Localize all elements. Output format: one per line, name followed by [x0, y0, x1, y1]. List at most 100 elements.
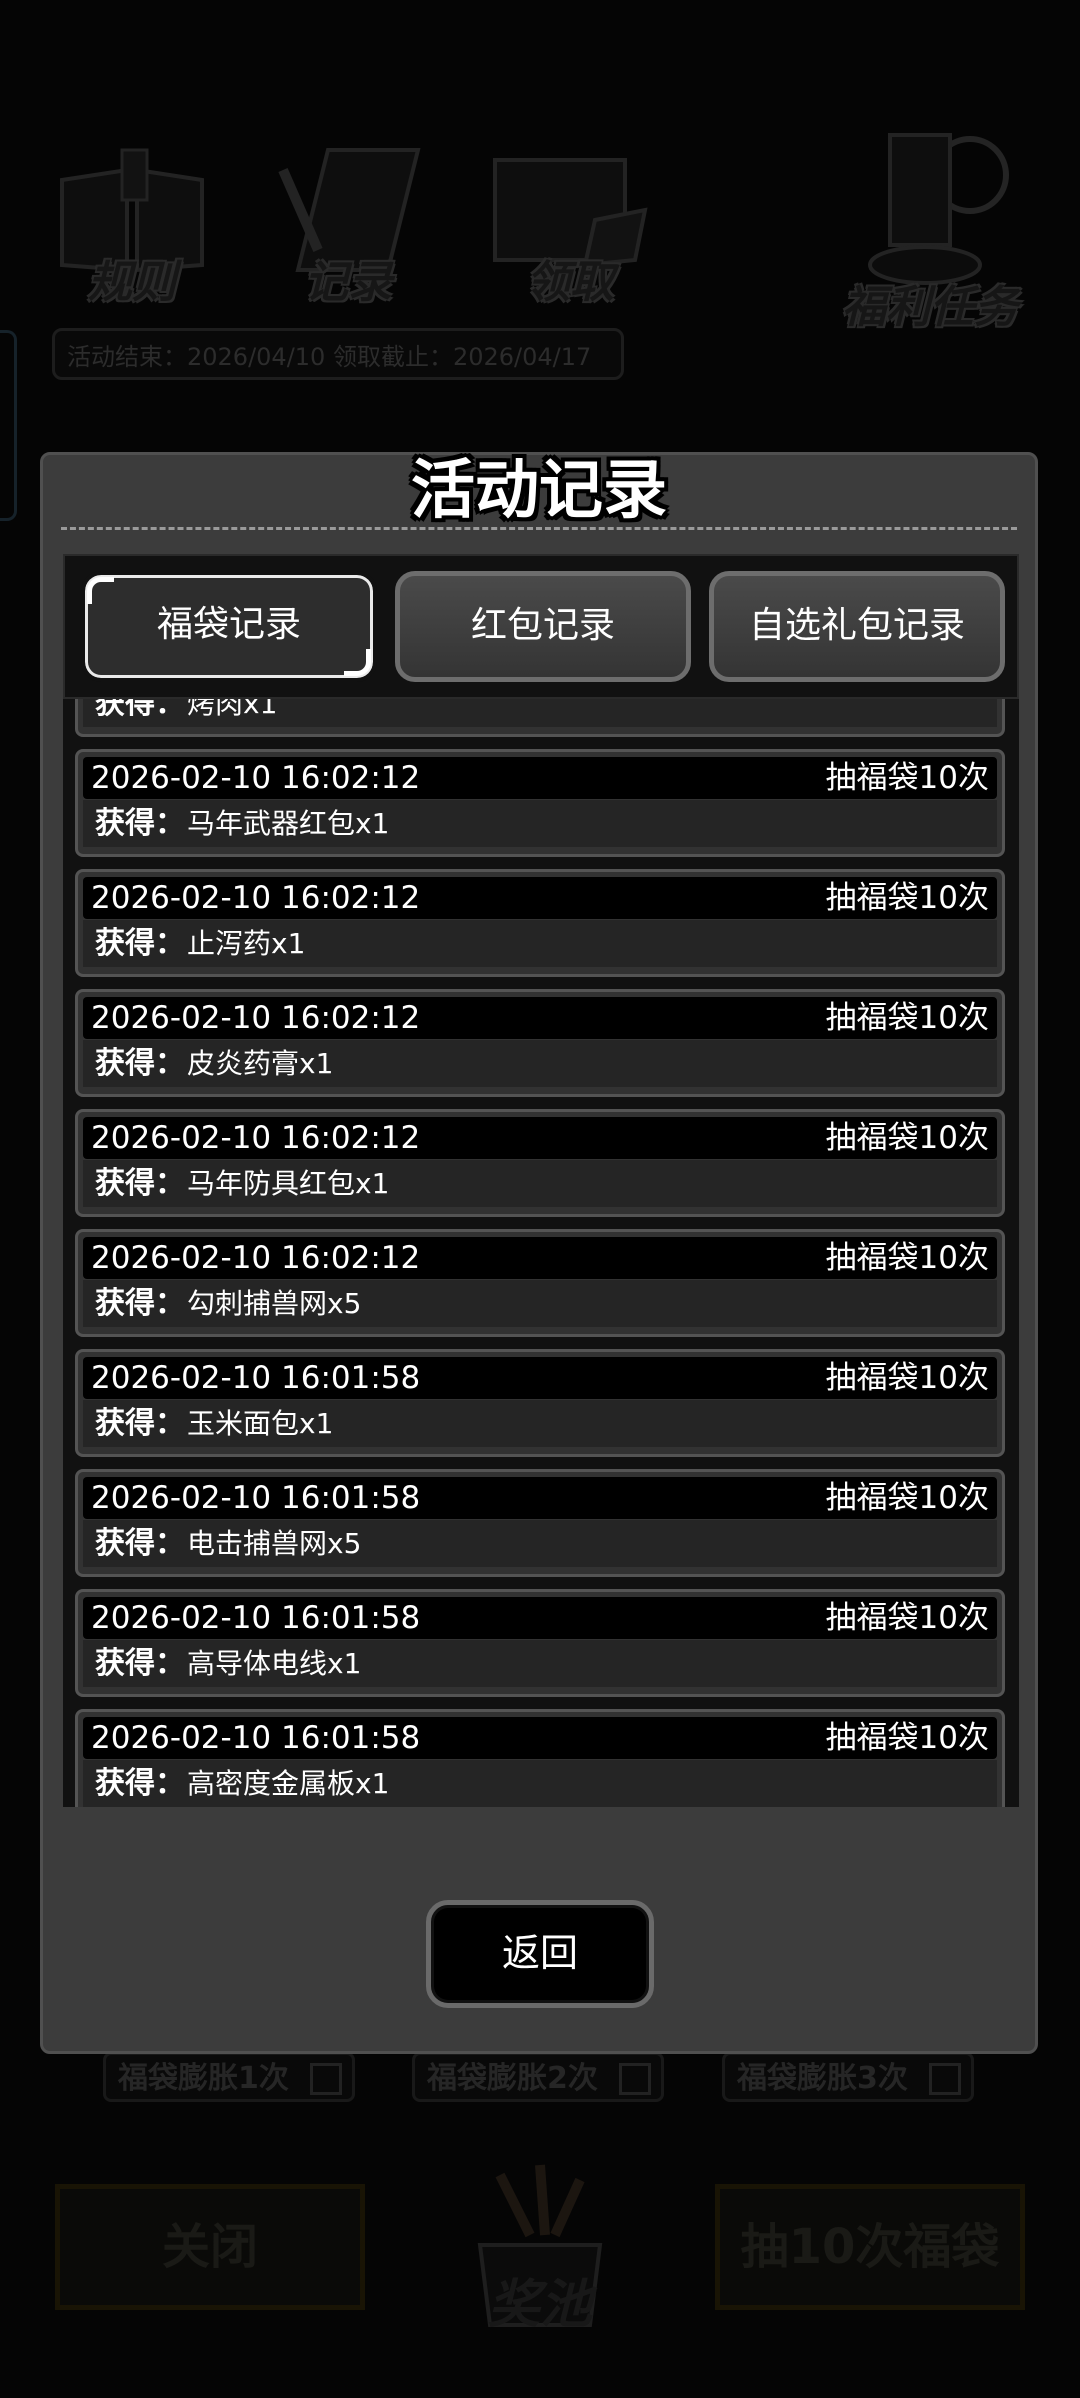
list-item: 2026-02-10 16:01:58 抽福袋10次 获得：玉米面包x1 — [75, 1349, 1005, 1457]
record-header: 2026-02-10 16:02:12 抽福袋10次 — [83, 1117, 997, 1159]
record-body: 获得：烤肉x1 — [83, 699, 997, 727]
draw-10-button-bg: 抽10次福袋 — [715, 2184, 1025, 2310]
record-time: 2026-02-10 16:01:58 — [91, 1360, 421, 1396]
record-type: 抽福袋10次 — [825, 1600, 989, 1636]
record-header: 2026-02-10 16:01:58 抽福袋10次 — [83, 1597, 997, 1639]
record-body: 获得：止泻药x1 — [83, 920, 997, 967]
obtained-label: 获得： — [95, 1406, 185, 1441]
record-item: 高导体电线x1 — [187, 1647, 362, 1680]
record-list[interactable]: 获得：烤肉x1 2026-02-10 16:02:12 抽福袋10次 获得：马年… — [63, 699, 1019, 1807]
tab-optional-gift-records[interactable]: 自选礼包记录 — [709, 571, 1005, 682]
back-button[interactable]: 返回 — [426, 1900, 654, 2008]
jackpot-entry: 奖池 — [440, 2155, 640, 2355]
record-header: 2026-02-10 16:02:12 抽福袋10次 — [83, 757, 997, 799]
list-item: 2026-02-10 16:01:58 抽福袋10次 获得：高密度金属板x1 — [75, 1709, 1005, 1807]
modal-title: 活动记录 — [411, 454, 667, 528]
record-time: 2026-02-10 16:01:58 — [91, 1480, 421, 1516]
welfare-task-icon — [868, 133, 1009, 285]
record-item: 烤肉x1 — [187, 699, 278, 720]
tab-lucky-bag-records[interactable]: 福袋记录 — [81, 571, 377, 682]
claim-label: 领取 — [526, 257, 614, 308]
record-header: 2026-02-10 16:01:58 抽福袋10次 — [83, 1717, 997, 1759]
expand-label: 福袋膨胀3次 — [737, 2061, 908, 2096]
record-header: 2026-02-10 16:02:12 抽福袋10次 — [83, 877, 997, 919]
record-body: 获得：玉米面包x1 — [83, 1400, 997, 1447]
record-body: 获得：马年武器红包x1 — [83, 800, 997, 847]
record-type: 抽福袋10次 — [825, 1000, 989, 1036]
record-header: 2026-02-10 16:01:58 抽福袋10次 — [83, 1357, 997, 1399]
list-item: 2026-02-10 16:01:58 抽福袋10次 获得：电击捕兽网x5 — [75, 1469, 1005, 1577]
record-item: 马年防具红包x1 — [187, 1167, 390, 1200]
list-item: 获得：烤肉x1 — [75, 699, 1005, 737]
expand-button-2: 福袋膨胀2次 — [412, 2052, 664, 2102]
record-item: 高密度金属板x1 — [187, 1767, 390, 1800]
records-label: 记录 — [304, 257, 392, 308]
rules-label: 规则 — [88, 257, 176, 308]
record-header: 2026-02-10 16:01:58 抽福袋10次 — [83, 1477, 997, 1519]
record-time: 2026-02-10 16:02:12 — [91, 1000, 421, 1036]
record-header: 2026-02-10 16:02:12 抽福袋10次 — [83, 1237, 997, 1279]
obtained-label: 获得： — [95, 1286, 185, 1321]
record-type: 抽福袋10次 — [825, 1120, 989, 1156]
record-header: 2026-02-10 16:02:12 抽福袋10次 — [83, 997, 997, 1039]
record-type: 抽福袋10次 — [825, 1360, 989, 1396]
records-entry: 记录 — [268, 140, 428, 310]
record-type: 抽福袋10次 — [825, 760, 989, 796]
list-item: 2026-02-10 16:02:12 抽福袋10次 获得：止泻药x1 — [75, 869, 1005, 977]
tab-red-packet-records[interactable]: 红包记录 — [395, 571, 691, 682]
checkbox-icon — [619, 2063, 651, 2095]
list-item: 2026-02-10 16:02:12 抽福袋10次 获得：皮炎药膏x1 — [75, 989, 1005, 1097]
jackpot-label: 奖池 — [487, 2275, 592, 2335]
rules-entry: 规则 — [52, 140, 212, 310]
obtained-label: 获得： — [95, 1166, 185, 1201]
record-body: 获得：马年防具红包x1 — [83, 1160, 997, 1207]
record-item: 玉米面包x1 — [187, 1407, 334, 1440]
record-type: 抽福袋10次 — [825, 880, 989, 916]
title-divider — [61, 527, 1017, 530]
list-item: 2026-02-10 16:01:58 抽福袋10次 获得：高导体电线x1 — [75, 1589, 1005, 1697]
expand-label: 福袋膨胀1次 — [118, 2061, 289, 2096]
expand-button-1: 福袋膨胀1次 — [103, 2052, 355, 2102]
record-body: 获得：高导体电线x1 — [83, 1640, 997, 1687]
list-item: 2026-02-10 16:02:12 抽福袋10次 获得：勾刺捕兽网x5 — [75, 1229, 1005, 1337]
obtained-label: 获得： — [95, 1766, 185, 1801]
record-item: 皮炎药膏x1 — [187, 1047, 334, 1080]
record-body: 获得：高密度金属板x1 — [83, 1760, 997, 1807]
record-time: 2026-02-10 16:01:58 — [91, 1720, 421, 1756]
welfare-task-entry: 福利任务 — [830, 125, 1030, 335]
close-button-bg: 关闭 — [55, 2184, 365, 2310]
record-item: 马年武器红包x1 — [187, 807, 390, 840]
record-item: 止泻药x1 — [187, 927, 306, 960]
record-type: 抽福袋10次 — [825, 1240, 989, 1276]
record-time: 2026-02-10 16:02:12 — [91, 880, 421, 916]
record-time: 2026-02-10 16:02:12 — [91, 760, 421, 796]
record-item: 勾刺捕兽网x5 — [187, 1287, 362, 1320]
obtained-label: 获得： — [95, 926, 185, 961]
record-type: 抽福袋10次 — [825, 1720, 989, 1756]
obtained-label: 获得： — [95, 806, 185, 841]
record-time: 2026-02-10 16:02:12 — [91, 1120, 421, 1156]
welfare-task-label: 福利任务 — [842, 282, 1018, 333]
list-item: 2026-02-10 16:02:12 抽福袋10次 获得：马年防具红包x1 — [75, 1109, 1005, 1217]
record-time: 2026-02-10 16:02:12 — [91, 1240, 421, 1276]
expand-button-3: 福袋膨胀3次 — [722, 2052, 974, 2102]
side-tab — [0, 330, 17, 521]
record-body: 获得：勾刺捕兽网x5 — [83, 1280, 997, 1327]
record-type: 抽福袋10次 — [825, 1480, 989, 1516]
record-time: 2026-02-10 16:01:58 — [91, 1600, 421, 1636]
activity-record-modal: 活动记录 福袋记录 红包记录 自选礼包记录 获得：烤肉x1 2026-02-10… — [40, 452, 1038, 2054]
obtained-label: 获得： — [95, 1646, 185, 1681]
record-item: 电击捕兽网x5 — [187, 1527, 362, 1560]
checkbox-icon — [929, 2063, 961, 2095]
record-body: 获得：皮炎药膏x1 — [83, 1040, 997, 1087]
claim-entry: 领取 — [485, 140, 655, 310]
obtained-label: 获得： — [95, 1526, 185, 1561]
expand-label: 福袋膨胀2次 — [427, 2061, 598, 2096]
obtained-label: 获得： — [95, 699, 185, 721]
activity-dates: 活动结束：2026/04/10 领取截止：2026/04/17 — [52, 328, 624, 380]
checkbox-icon — [310, 2063, 342, 2095]
list-item: 2026-02-10 16:02:12 抽福袋10次 获得：马年武器红包x1 — [75, 749, 1005, 857]
record-body: 获得：电击捕兽网x5 — [83, 1520, 997, 1567]
obtained-label: 获得： — [95, 1046, 185, 1081]
record-tabs: 福袋记录 红包记录 自选礼包记录 — [63, 554, 1019, 699]
